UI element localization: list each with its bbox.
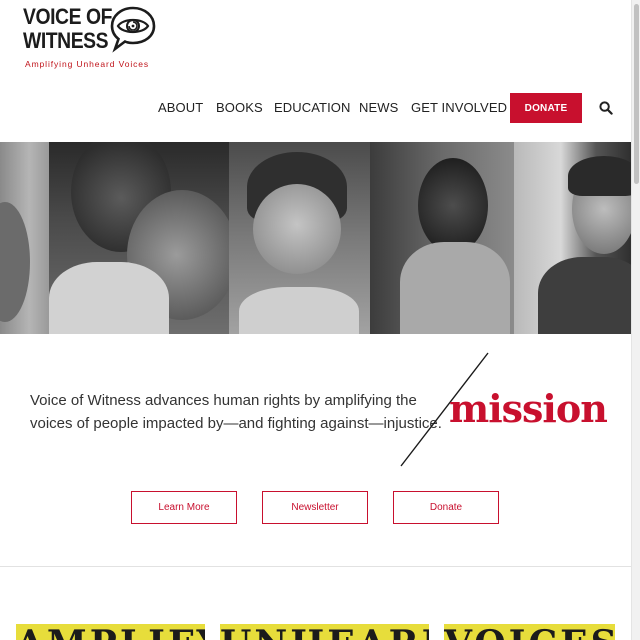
newsletter-button[interactable]: Newsletter xyxy=(262,491,368,524)
donate-button[interactable]: Donate xyxy=(393,491,499,524)
banner-word-voices: VOICES xyxy=(444,624,615,640)
banner-word-unheard: UNHEARD xyxy=(220,624,429,640)
banner-word-unheard-text: UNHEARD xyxy=(220,626,429,640)
section-divider xyxy=(0,566,631,567)
banner-word-voices-text: VOICES xyxy=(444,626,615,640)
mission-heading: mission xyxy=(449,386,608,431)
mission-slash-divider xyxy=(400,352,489,467)
banner-word-amplify: AMPLIFY xyxy=(16,624,205,640)
learn-more-button[interactable]: Learn More xyxy=(131,491,237,524)
banner-word-amplify-text: AMPLIFY xyxy=(16,626,205,640)
